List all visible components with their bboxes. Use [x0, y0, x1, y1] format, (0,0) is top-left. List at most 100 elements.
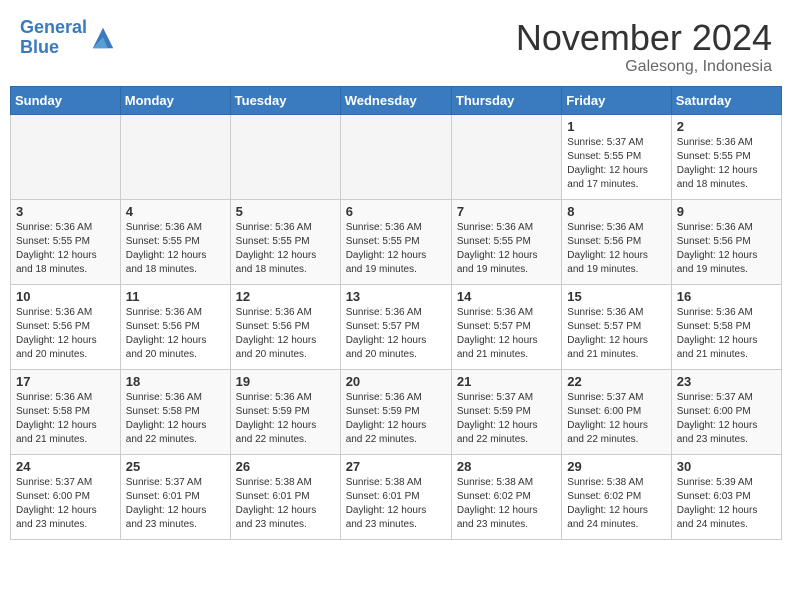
calendar-cell: 11 Sunrise: 5:36 AM Sunset: 5:56 PM Dayli…: [120, 284, 230, 369]
day-number: 2: [677, 119, 776, 134]
location: Galesong, Indonesia: [516, 58, 772, 76]
day-info: Sunrise: 5:36 AM Sunset: 5:57 PM Dayligh…: [346, 306, 446, 362]
day-info: Sunrise: 5:37 AM Sunset: 6:00 PM Dayligh…: [567, 391, 665, 447]
calendar-cell: 23 Sunrise: 5:37 AM Sunset: 6:00 PM Dayli…: [671, 369, 781, 454]
calendar-cell: 10Sunrise: 5:36 AM Sunset: 5:56 PM Dayli…: [11, 284, 121, 369]
calendar-cell: 3 Sunrise: 5:36 AM Sunset: 5:55 PM Daylig…: [11, 199, 121, 284]
weekday-header: Tuesday: [230, 86, 340, 114]
day-info: Sunrise: 5:37 AM Sunset: 6:00 PM Dayligh…: [677, 391, 776, 447]
logo-general: General: [20, 17, 87, 37]
calendar-cell: 20Sunrise: 5:36 AM Sunset: 5:59 PM Dayli…: [340, 369, 451, 454]
weekday-header: Wednesday: [340, 86, 451, 114]
calendar-cell: 4Sunrise: 5:36 AM Sunset: 5:55 PM Daylig…: [120, 199, 230, 284]
weekday-header: Saturday: [671, 86, 781, 114]
day-info: Sunrise: 5:36 AM Sunset: 5:58 PM Dayligh…: [16, 391, 115, 447]
calendar-cell: 1Sunrise: 5:37 AM Sunset: 5:55 PM Daylig…: [562, 114, 671, 199]
day-number: 1: [567, 119, 665, 134]
day-number: 3: [16, 204, 115, 219]
logo-icon: [89, 24, 117, 52]
day-info: Sunrise: 5:38 AM Sunset: 6:02 PM Dayligh…: [457, 476, 556, 532]
day-info: Sunrise: 5:36 AM Sunset: 5:59 PM Dayligh…: [346, 391, 446, 447]
calendar-cell: [11, 114, 121, 199]
title-section: November 2024 Galesong, Indonesia: [516, 18, 772, 76]
day-info: Sunrise: 5:36 AM Sunset: 5:55 PM Dayligh…: [346, 221, 446, 277]
logo: General Blue: [20, 18, 117, 58]
day-info: Sunrise: 5:37 AM Sunset: 6:00 PM Dayligh…: [16, 476, 115, 532]
calendar-week-row: 17Sunrise: 5:36 AM Sunset: 5:58 PM Dayli…: [11, 369, 782, 454]
day-number: 30: [677, 459, 776, 474]
calendar-cell: 26 Sunrise: 5:38 AM Sunset: 6:01 PM Dayli…: [230, 454, 340, 539]
day-info: Sunrise: 5:36 AM Sunset: 5:55 PM Dayligh…: [457, 221, 556, 277]
calendar-week-row: 1Sunrise: 5:37 AM Sunset: 5:55 PM Daylig…: [11, 114, 782, 199]
day-number: 26: [236, 459, 335, 474]
weekday-header: Sunday: [11, 86, 121, 114]
calendar-cell: 27 Sunrise: 5:38 AM Sunset: 6:01 PM Dayli…: [340, 454, 451, 539]
day-info: Sunrise: 5:36 AM Sunset: 5:58 PM Dayligh…: [126, 391, 225, 447]
day-info: Sunrise: 5:36 AM Sunset: 5:56 PM Dayligh…: [677, 221, 776, 277]
day-info: Sunrise: 5:39 AM Sunset: 6:03 PM Dayligh…: [677, 476, 776, 532]
day-info: Sunrise: 5:36 AM Sunset: 5:56 PM Dayligh…: [236, 306, 335, 362]
calendar-cell: 17Sunrise: 5:36 AM Sunset: 5:58 PM Dayli…: [11, 369, 121, 454]
calendar-cell: 9 Sunrise: 5:36 AM Sunset: 5:56 PM Daylig…: [671, 199, 781, 284]
day-number: 14: [457, 289, 556, 304]
calendar-cell: 18 Sunrise: 5:36 AM Sunset: 5:58 PM Dayli…: [120, 369, 230, 454]
day-number: 24: [16, 459, 115, 474]
day-info: Sunrise: 5:38 AM Sunset: 6:01 PM Dayligh…: [236, 476, 335, 532]
calendar-cell: 29Sunrise: 5:38 AM Sunset: 6:02 PM Dayli…: [562, 454, 671, 539]
day-number: 9: [677, 204, 776, 219]
day-number: 5: [236, 204, 335, 219]
day-number: 8: [567, 204, 665, 219]
day-info: Sunrise: 5:36 AM Sunset: 5:56 PM Dayligh…: [126, 306, 225, 362]
day-info: Sunrise: 5:36 AM Sunset: 5:55 PM Dayligh…: [236, 221, 335, 277]
day-number: 7: [457, 204, 556, 219]
weekday-header: Thursday: [451, 86, 561, 114]
day-info: Sunrise: 5:36 AM Sunset: 5:55 PM Dayligh…: [16, 221, 115, 277]
day-info: Sunrise: 5:36 AM Sunset: 5:59 PM Dayligh…: [236, 391, 335, 447]
day-info: Sunrise: 5:36 AM Sunset: 5:57 PM Dayligh…: [567, 306, 665, 362]
calendar-cell: 28 Sunrise: 5:38 AM Sunset: 6:02 PM Dayli…: [451, 454, 561, 539]
page-header: General Blue November 2024 Galesong, Ind…: [10, 10, 782, 80]
calendar-cell: 25 Sunrise: 5:37 AM Sunset: 6:01 PM Dayli…: [120, 454, 230, 539]
calendar-table: SundayMondayTuesdayWednesdayThursdayFrid…: [10, 86, 782, 540]
day-number: 29: [567, 459, 665, 474]
calendar-week-row: 24 Sunrise: 5:37 AM Sunset: 6:00 PM Dayli…: [11, 454, 782, 539]
day-number: 27: [346, 459, 446, 474]
calendar-cell: 19Sunrise: 5:36 AM Sunset: 5:59 PM Dayli…: [230, 369, 340, 454]
day-number: 28: [457, 459, 556, 474]
calendar-week-row: 3 Sunrise: 5:36 AM Sunset: 5:55 PM Daylig…: [11, 199, 782, 284]
day-number: 23: [677, 374, 776, 389]
calendar-week-row: 10Sunrise: 5:36 AM Sunset: 5:56 PM Dayli…: [11, 284, 782, 369]
calendar-cell: 5 Sunrise: 5:36 AM Sunset: 5:55 PM Daylig…: [230, 199, 340, 284]
calendar-cell: 24 Sunrise: 5:37 AM Sunset: 6:00 PM Dayli…: [11, 454, 121, 539]
day-number: 25: [126, 459, 225, 474]
logo-blue: Blue: [20, 37, 59, 57]
calendar-cell: 13 Sunrise: 5:36 AM Sunset: 5:57 PM Dayli…: [340, 284, 451, 369]
month-title: November 2024: [516, 18, 772, 58]
day-info: Sunrise: 5:36 AM Sunset: 5:56 PM Dayligh…: [16, 306, 115, 362]
calendar-cell: 7 Sunrise: 5:36 AM Sunset: 5:55 PM Daylig…: [451, 199, 561, 284]
day-info: Sunrise: 5:36 AM Sunset: 5:57 PM Dayligh…: [457, 306, 556, 362]
calendar-cell: 16Sunrise: 5:36 AM Sunset: 5:58 PM Dayli…: [671, 284, 781, 369]
weekday-header: Monday: [120, 86, 230, 114]
weekday-header: Friday: [562, 86, 671, 114]
day-info: Sunrise: 5:36 AM Sunset: 5:55 PM Dayligh…: [677, 136, 776, 192]
calendar-cell: 2 Sunrise: 5:36 AM Sunset: 5:55 PM Daylig…: [671, 114, 781, 199]
day-info: Sunrise: 5:36 AM Sunset: 5:55 PM Dayligh…: [126, 221, 225, 277]
day-info: Sunrise: 5:37 AM Sunset: 6:01 PM Dayligh…: [126, 476, 225, 532]
day-number: 13: [346, 289, 446, 304]
calendar-header-row: SundayMondayTuesdayWednesdayThursdayFrid…: [11, 86, 782, 114]
calendar-cell: 22Sunrise: 5:37 AM Sunset: 6:00 PM Dayli…: [562, 369, 671, 454]
calendar-cell: [230, 114, 340, 199]
day-number: 21: [457, 374, 556, 389]
calendar-cell: 21 Sunrise: 5:37 AM Sunset: 5:59 PM Dayli…: [451, 369, 561, 454]
day-info: Sunrise: 5:36 AM Sunset: 5:58 PM Dayligh…: [677, 306, 776, 362]
day-info: Sunrise: 5:38 AM Sunset: 6:01 PM Dayligh…: [346, 476, 446, 532]
day-number: 11: [126, 289, 225, 304]
calendar-cell: 6Sunrise: 5:36 AM Sunset: 5:55 PM Daylig…: [340, 199, 451, 284]
day-info: Sunrise: 5:37 AM Sunset: 5:59 PM Dayligh…: [457, 391, 556, 447]
calendar-cell: [120, 114, 230, 199]
day-number: 15: [567, 289, 665, 304]
calendar-cell: [340, 114, 451, 199]
day-number: 12: [236, 289, 335, 304]
day-number: 18: [126, 374, 225, 389]
